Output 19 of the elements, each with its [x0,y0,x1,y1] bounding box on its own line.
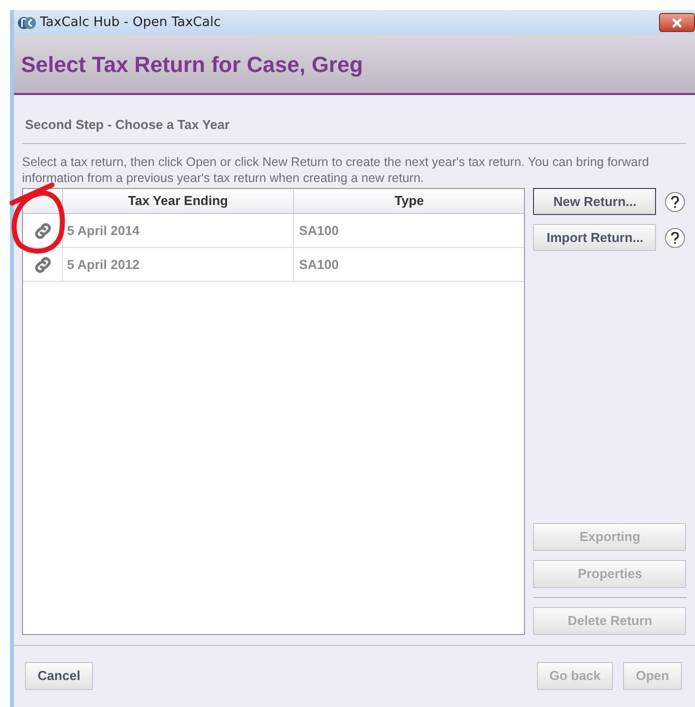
column-header[interactable]: Tax Year Ending [63,189,294,213]
app-logo-icon [18,14,36,30]
table-cell-text: 5 April 2012 [67,256,140,274]
column-header[interactable]: Type [294,189,524,213]
side-button[interactable]: Import Return... [533,224,656,251]
cancel-button[interactable]: Cancel [25,662,93,690]
table-cell-text: SA100 [299,222,339,240]
step-title: Second Step - Choose a Tax Year [25,117,230,132]
step-description: Select a tax return, then click Open or click New Return to create the next year's tax return. You can bring forward information from a previous year's tax return when creating a new return. [22,154,650,186]
table-row[interactable]: 5 April 2012 SA100 [23,248,524,282]
table-cell-text: SA100 [299,256,339,274]
page-title: Select Tax Return for Case, Greg [21,50,363,79]
help-icon[interactable] [665,192,686,212]
table-cell-text: 5 April 2014 [67,222,140,240]
close-icon [671,18,683,28]
side-button[interactable]: New Return... [533,188,656,215]
help-icon[interactable] [665,228,686,248]
window-title: TaxCalc Hub - Open TaxCalc [40,14,221,32]
close-button[interactable] [659,13,695,32]
